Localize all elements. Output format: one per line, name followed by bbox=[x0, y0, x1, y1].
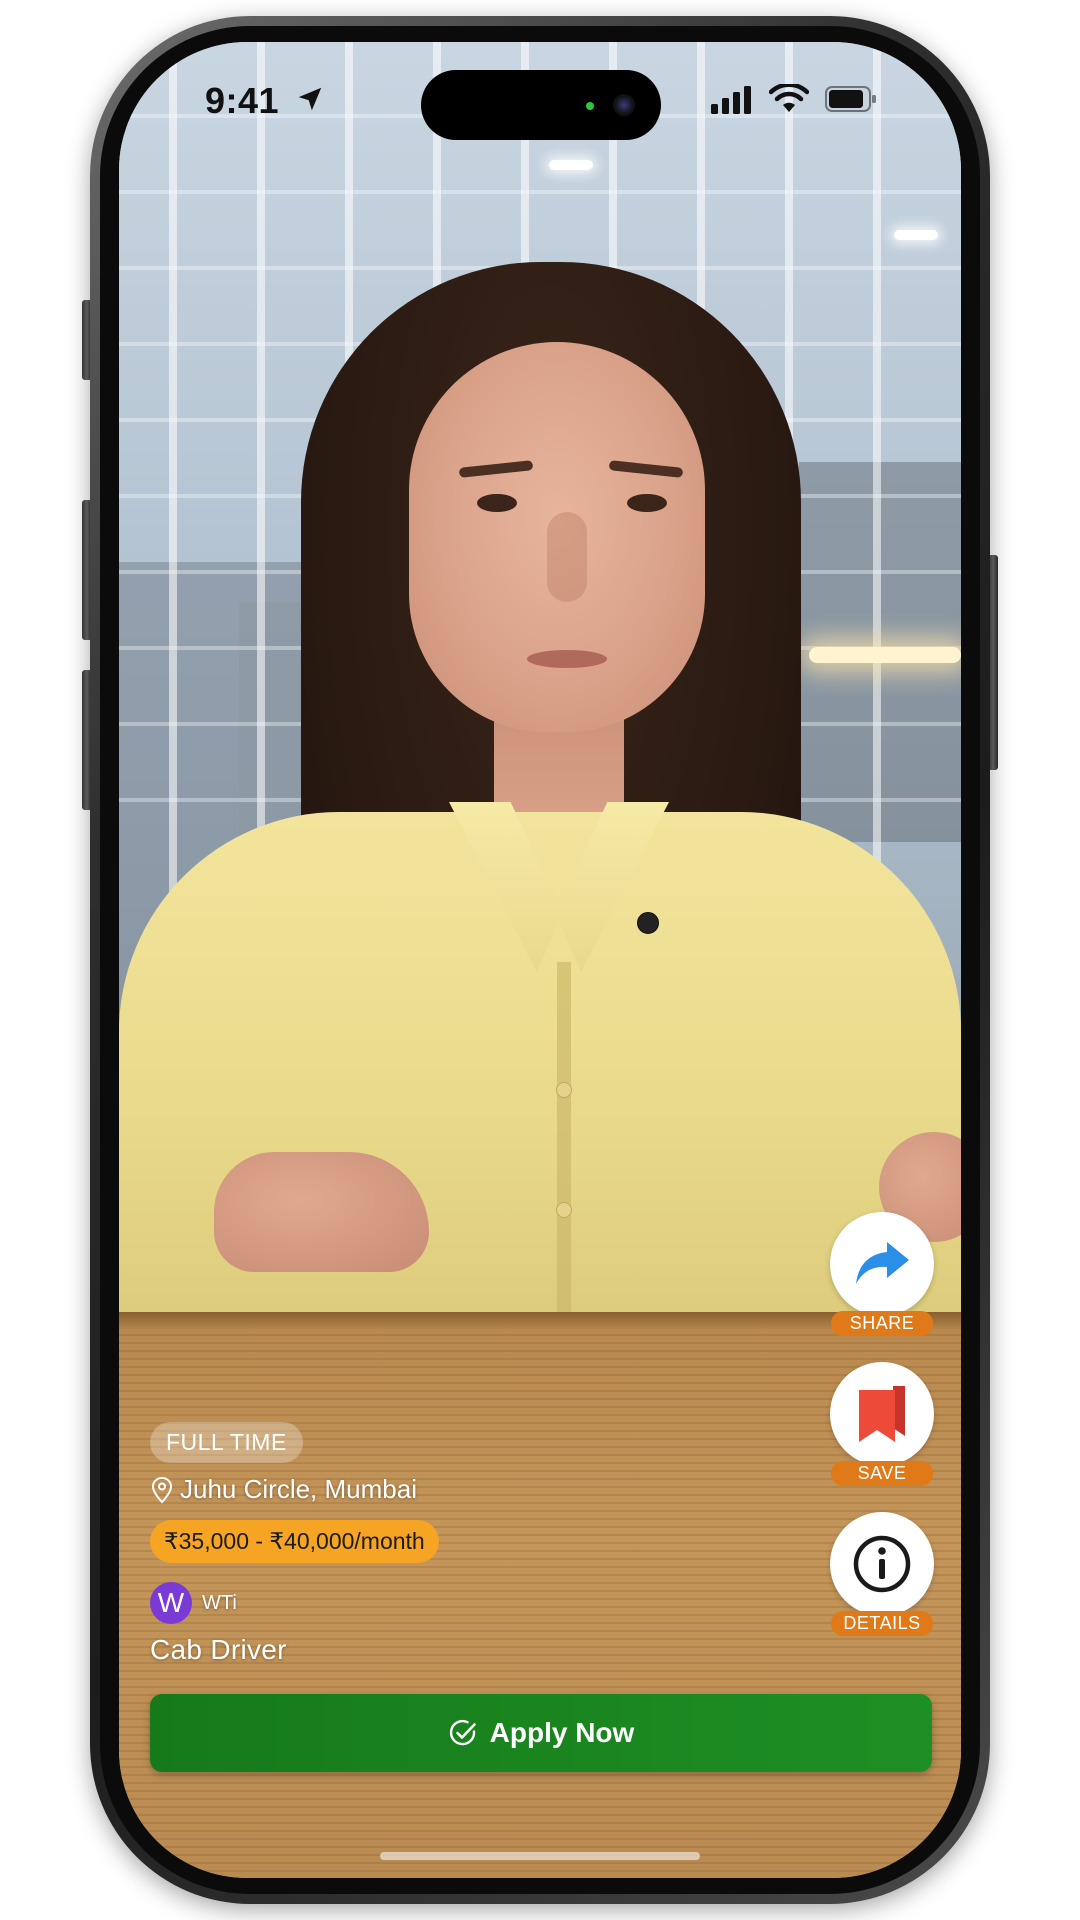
eye bbox=[627, 494, 667, 512]
nose bbox=[547, 512, 587, 602]
location-text: Juhu Circle, Mumbai bbox=[180, 1474, 417, 1504]
save-button[interactable] bbox=[830, 1362, 934, 1466]
details-action[interactable]: DETAILS bbox=[827, 1512, 937, 1636]
presenter-hand bbox=[214, 1152, 429, 1272]
shirt-button bbox=[637, 912, 659, 934]
company-row: W WTi bbox=[150, 1582, 237, 1624]
light-strip bbox=[809, 647, 961, 663]
page: 9:41 SHARE SAVE DETAILS FULL TIME Juhu C… bbox=[0, 0, 1080, 1920]
dynamic-island bbox=[421, 70, 661, 140]
wifi-icon bbox=[769, 84, 809, 112]
ceiling-light bbox=[894, 230, 938, 240]
job-location: Juhu Circle, Mumbai bbox=[150, 1474, 417, 1505]
shirt-button bbox=[556, 1202, 572, 1218]
status-time: 9:41 bbox=[205, 80, 280, 121]
location-arrow-icon bbox=[298, 87, 322, 111]
bookmark-icon bbox=[859, 1386, 905, 1442]
job-type-badge: FULL TIME bbox=[150, 1422, 303, 1463]
save-label: SAVE bbox=[831, 1461, 933, 1486]
ceiling-light bbox=[549, 160, 593, 170]
home-indicator[interactable] bbox=[380, 1852, 700, 1860]
details-button[interactable] bbox=[830, 1512, 934, 1616]
shirt-placket bbox=[557, 962, 571, 1342]
location-pin-icon bbox=[151, 1476, 173, 1503]
apply-now-button[interactable]: Apply Now bbox=[150, 1694, 932, 1772]
share-label: SHARE bbox=[831, 1311, 933, 1336]
details-label: DETAILS bbox=[831, 1611, 933, 1636]
phone-screen: 9:41 SHARE SAVE DETAILS FULL TIME Juhu C… bbox=[119, 42, 961, 1878]
front-camera bbox=[613, 94, 635, 116]
share-arrow-icon bbox=[856, 1242, 909, 1284]
company-logo: W bbox=[150, 1582, 192, 1624]
share-button[interactable] bbox=[830, 1212, 934, 1316]
save-action[interactable]: SAVE bbox=[827, 1362, 937, 1486]
apply-now-label: Apply Now bbox=[489, 1717, 635, 1748]
info-icon bbox=[853, 1535, 911, 1593]
mouth bbox=[527, 650, 607, 668]
check-circle-icon bbox=[449, 1719, 476, 1746]
privacy-indicator-dot bbox=[586, 102, 594, 110]
job-title: Cab Driver bbox=[150, 1634, 287, 1665]
eye bbox=[477, 494, 517, 512]
company-name: WTi bbox=[202, 1591, 237, 1614]
shirt-button bbox=[556, 1082, 572, 1098]
salary-badge: ₹35,000 - ₹40,000/month bbox=[150, 1520, 439, 1563]
share-action[interactable]: SHARE bbox=[827, 1212, 937, 1336]
cellular-signal-icon bbox=[711, 86, 751, 114]
battery-icon bbox=[825, 86, 876, 112]
